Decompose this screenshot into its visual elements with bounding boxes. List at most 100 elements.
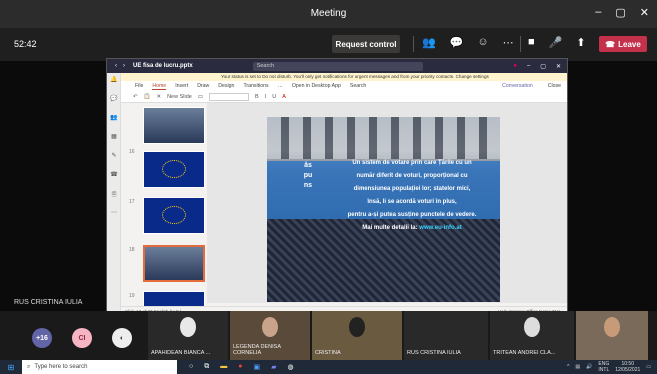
participant-tile[interactable]: CRISTINA: [312, 311, 402, 360]
minimize-button[interactable]: –: [595, 6, 601, 19]
slide-line: pentru a-și putea susține punctele de ve…: [347, 212, 477, 218]
participant-tile[interactable]: TRITEAN ANDREI CLA...: [490, 311, 574, 360]
clock-date: 12/05/2021: [615, 367, 641, 373]
tab-transitions[interactable]: Transitions: [243, 83, 268, 89]
open-desktop-app-button[interactable]: Open in Desktop App: [292, 83, 341, 89]
phone-icon: ☎: [605, 39, 616, 49]
teams-icon[interactable]: 👥: [107, 111, 121, 130]
participant-name: CRISTINA: [315, 350, 341, 356]
slide-thumbnail[interactable]: [143, 107, 205, 144]
tab-insert[interactable]: Insert: [175, 83, 188, 89]
camera-icon[interactable]: ■: [528, 36, 535, 49]
avatar: [180, 317, 196, 337]
taskbar-apps: ○ ⧉ ▬ ● ▣ ▰ ◍: [189, 363, 294, 371]
close-doc-button[interactable]: Close: [548, 83, 561, 89]
slide-thumbnail[interactable]: [143, 151, 205, 188]
new-slide-button[interactable]: New Slide: [167, 94, 192, 100]
avatar: [524, 317, 540, 337]
more-participants-avatar[interactable]: +16: [32, 328, 52, 348]
slide-number: 19: [129, 293, 135, 299]
restore-icon[interactable]: ▢: [540, 63, 546, 70]
conversation-button[interactable]: Conversation: [502, 83, 533, 89]
current-slide[interactable]: ăspuns Un sistem de votare prin care Țăr…: [267, 117, 500, 302]
self-video-tile[interactable]: [576, 311, 648, 360]
avatar[interactable]: ●: [513, 63, 517, 70]
calendar-icon[interactable]: ▦: [107, 130, 121, 149]
tab-file[interactable]: File: [135, 83, 143, 89]
tab-home[interactable]: Home: [152, 83, 167, 90]
window-title: Meeting: [310, 8, 347, 19]
tab-draw[interactable]: Draw: [197, 83, 209, 89]
eu-stars-icon: [162, 160, 186, 178]
shared-screen-window: ‹ › UE fisa de lucru.pptx Search ● – ▢ ✕…: [106, 58, 568, 317]
request-control-button[interactable]: Request control: [332, 35, 400, 53]
layout-icon[interactable]: ▭: [198, 94, 203, 100]
participant-tile[interactable]: RUS CRISTINA IULIA: [404, 311, 488, 360]
participant-tile[interactable]: APAHIDEAN BIANCA ...: [148, 311, 228, 360]
system-tray: ^ ▤ 🔊 ENG INTL 10:50 12/05/2021 ▭: [567, 361, 657, 373]
volume-icon[interactable]: 🔊: [586, 364, 592, 370]
people-icon[interactable]: 👥: [422, 36, 436, 49]
task-view-icon[interactable]: ⧉: [204, 363, 209, 371]
font-box[interactable]: [209, 92, 250, 101]
language-indicator[interactable]: ENG INTL: [598, 361, 609, 373]
cortana-icon[interactable]: ○: [189, 363, 193, 371]
calls-icon[interactable]: ☎: [107, 168, 121, 187]
reactions-icon[interactable]: ☺: [477, 36, 488, 49]
teams-search-input[interactable]: Search: [252, 61, 423, 71]
more-icon[interactable]: ⋯: [503, 36, 514, 49]
chat-icon[interactable]: 💬: [450, 36, 464, 49]
ribbon-search[interactable]: Search: [350, 83, 366, 89]
slide-line: număr diferit de voturi, proporțional cu: [356, 173, 468, 179]
presenter-name: RUS CRISTINA IULIA: [14, 299, 83, 306]
chat-rail-icon[interactable]: 💬: [107, 92, 121, 111]
meeting-timer: 52:42: [14, 39, 37, 49]
slide-thumbnail-selected[interactable]: [143, 245, 205, 282]
paste-icon[interactable]: 📋: [144, 94, 151, 100]
back-icon[interactable]: ‹: [115, 63, 117, 69]
cut-icon[interactable]: ✕: [156, 94, 161, 100]
minimize-icon[interactable]: –: [527, 63, 530, 70]
chrome-icon[interactable]: ●: [238, 363, 242, 371]
leave-button[interactable]: ☎ Leave: [599, 36, 647, 52]
italic-icon[interactable]: I: [265, 94, 267, 100]
slide-canvas: ăspuns Un sistem de votare prin care Țăr…: [207, 103, 567, 303]
participant-avatar-ci[interactable]: CI: [72, 328, 92, 348]
slide-number: 18: [129, 247, 135, 253]
taskbar-search-placeholder: Type here to search: [34, 364, 88, 370]
windows-start-icon[interactable]: ⊞: [0, 363, 22, 372]
activity-icon[interactable]: 🔔: [107, 73, 121, 92]
photos-icon[interactable]: ▣: [253, 363, 260, 371]
app-icon[interactable]: ◍: [287, 363, 293, 371]
tray-chevron-icon[interactable]: ^: [567, 364, 569, 370]
slide-thumbnail[interactable]: [143, 197, 205, 234]
region-code: INTL: [598, 367, 610, 373]
close-button[interactable]: ✕: [640, 6, 649, 19]
more-apps-icon[interactable]: ⋯: [107, 206, 121, 225]
share-icon[interactable]: ⬆: [576, 36, 585, 49]
file-explorer-icon[interactable]: ▬: [220, 363, 227, 371]
notifications-icon[interactable]: ▭: [646, 364, 651, 370]
files-icon[interactable]: 🗎: [107, 187, 121, 206]
mic-icon[interactable]: 🎤: [549, 36, 563, 49]
maximize-button[interactable]: ▢: [615, 6, 625, 19]
taskbar-search[interactable]: ⌕ Type here to search: [22, 360, 177, 374]
bold-icon[interactable]: B: [255, 94, 259, 100]
tab-more[interactable]: …: [278, 83, 283, 89]
undo-icon[interactable]: ↶: [133, 94, 138, 100]
underline-icon[interactable]: U: [272, 94, 276, 100]
assignments-icon[interactable]: ✎: [107, 149, 121, 168]
teams-taskbar-icon[interactable]: ▰: [271, 363, 276, 371]
slide-link[interactable]: www.eu-info.at: [419, 225, 461, 231]
eu-stars-icon: [162, 206, 186, 224]
forward-icon[interactable]: ›: [123, 63, 125, 69]
participant-tile[interactable]: LEGENDA DENISA CORNELIA: [230, 311, 310, 360]
network-icon[interactable]: ▤: [575, 364, 580, 370]
clock[interactable]: 10:50 12/05/2021: [615, 361, 640, 373]
participant-name: LEGENDA DENISA CORNELIA: [233, 344, 281, 356]
close-icon[interactable]: ✕: [556, 63, 561, 70]
slide-number: 17: [129, 199, 135, 205]
participant-avatar-photo[interactable]: ◐: [112, 328, 132, 348]
font-color-icon[interactable]: A: [282, 94, 286, 100]
tab-design[interactable]: Design: [218, 83, 234, 89]
